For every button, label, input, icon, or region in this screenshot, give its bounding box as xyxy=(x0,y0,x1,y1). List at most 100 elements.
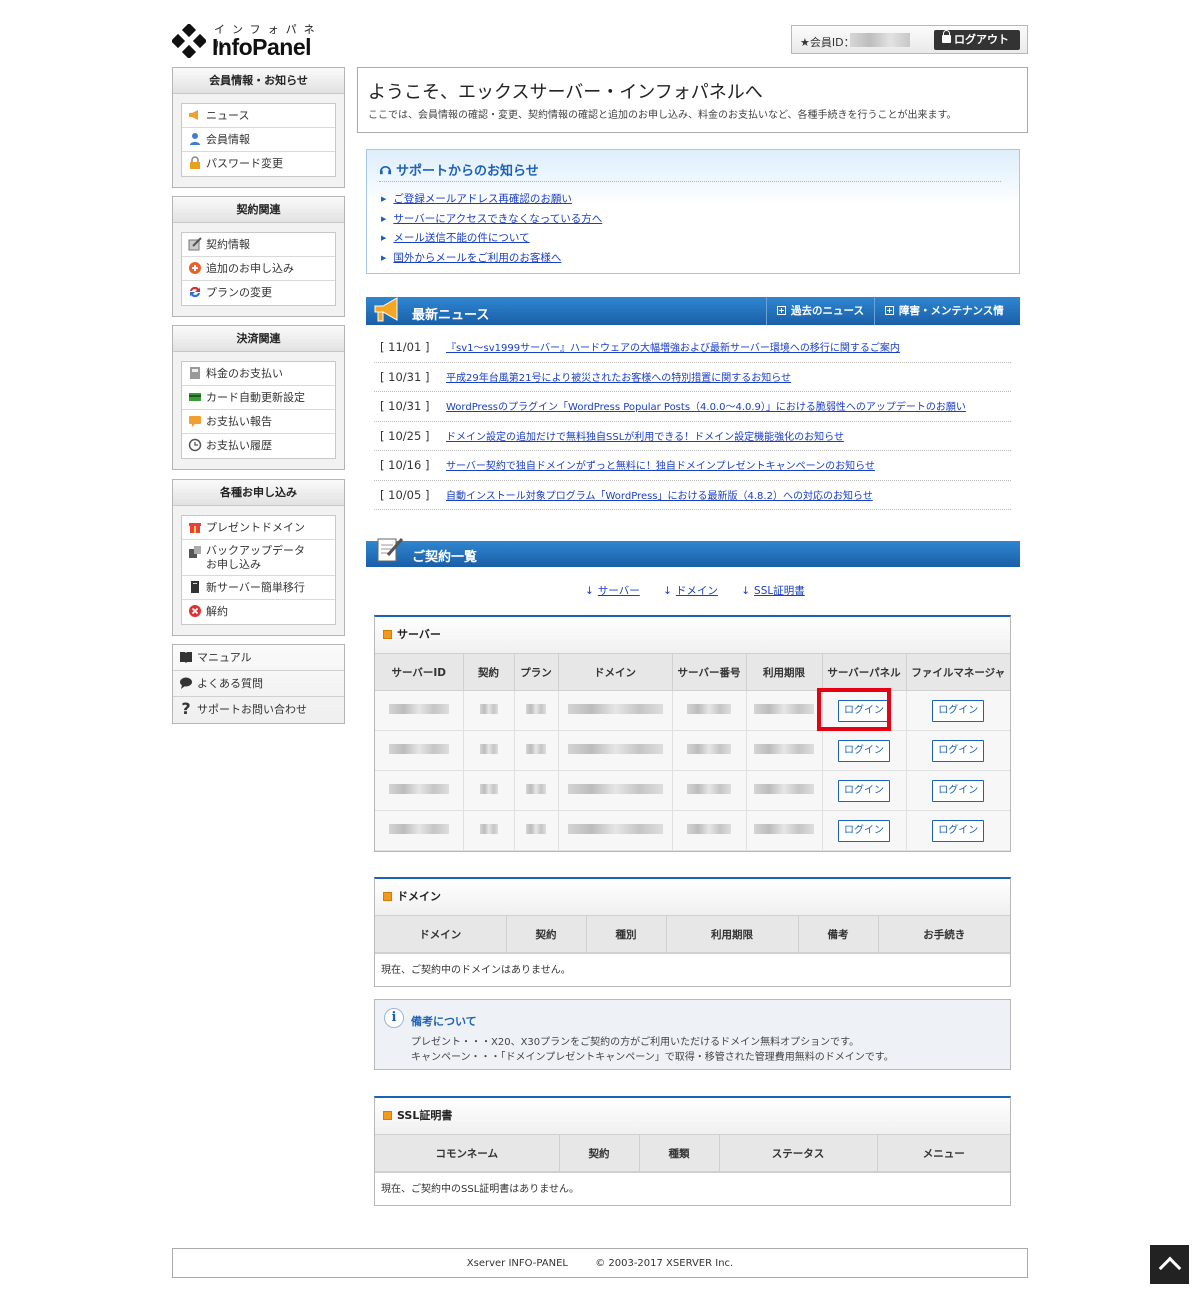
col-header: 種類 xyxy=(639,1134,720,1172)
news-header-bar: 最新ニュース + 過去のニュース + 障害・メンテナンス情報 xyxy=(366,297,1020,345)
jump-link-domain[interactable]: ↓ ドメイン xyxy=(663,585,718,597)
sidebar-item-card-auto[interactable]: カード自動更新設定 xyxy=(182,386,335,410)
cell-blurred xyxy=(672,770,747,811)
file-manager-login-button[interactable]: ログイン xyxy=(932,699,985,722)
sidebar-item-backup-data[interactable]: バックアップデータ お申し込み xyxy=(182,540,335,576)
jump-link-ssl[interactable]: ↓ SSL証明書 xyxy=(741,585,805,597)
col-header: 契約 xyxy=(559,1134,640,1172)
sidebar-item-label: カード自動更新設定 xyxy=(206,391,305,404)
news-link[interactable]: ドメイン設定の追加だけで無料独自SSLが利用できる！ドメイン設定機能強化のお知ら… xyxy=(446,432,844,443)
cell-blurred xyxy=(558,770,673,811)
news-link[interactable]: 自動インストール対象プログラム「WordPress」における最新版（4.8.2）… xyxy=(446,491,873,502)
support-link[interactable]: メール送信不能の件について xyxy=(393,232,529,244)
swap-arrows-icon xyxy=(190,286,200,298)
logo-name: InfoPanel xyxy=(212,34,312,60)
col-header: 利用期限 xyxy=(666,915,799,953)
cancel-circle-icon xyxy=(189,605,201,617)
support-link[interactable]: サーバーにアクセスできなくなっている方へ xyxy=(393,213,602,225)
sidebar-item-password[interactable]: パスワード変更 xyxy=(182,152,335,176)
sidebar-item-pay-report[interactable]: お支払い報告 xyxy=(182,410,335,434)
col-header: サーバーID xyxy=(375,653,464,691)
cell-file-manager: ログイン xyxy=(906,810,1010,851)
sidebar-item-cancel[interactable]: 解約 xyxy=(182,600,335,624)
sidebar-item-server-migration[interactable]: 新サーバー簡単移行 xyxy=(182,576,335,600)
headset-icon xyxy=(379,166,392,175)
footer: Xserver INFO-PANEL © 2003-2017 XSERVER I… xyxy=(172,1248,1028,1278)
sidebar-item-label: 契約情報 xyxy=(206,238,250,251)
support-item[interactable]: 国外からメールをご利用のお客様へ xyxy=(381,250,602,270)
server-panel-login-button[interactable]: ログイン xyxy=(838,739,890,762)
sidebar-item-present-domain[interactable]: プレゼントドメイン xyxy=(182,516,335,540)
sidebar-link-faq[interactable]: よくある質問 xyxy=(173,671,344,697)
sidebar-item-pay-fee[interactable]: 料金のお支払い xyxy=(182,362,335,386)
server-panel-login-button[interactable]: ログイン xyxy=(838,819,890,842)
sidebar-links: マニュアル よくある質問 ? サポートお問い合わせ xyxy=(172,644,345,724)
cell-blurred xyxy=(463,730,515,771)
welcome-title: ようこそ、エックスサーバー・インフォパネルへ xyxy=(368,82,763,103)
news-link[interactable]: サーバー契約で独自ドメインがずっと無料に！独自ドメインプレゼントキャンペーンのお… xyxy=(446,461,875,472)
logout-button[interactable]: ログアウト xyxy=(934,30,1020,50)
sidebar-link-manual[interactable]: マニュアル xyxy=(173,645,344,671)
sidebar-item-label: 料金のお支払い xyxy=(206,367,283,380)
sidebar-item-member-info[interactable]: 会員情報 xyxy=(182,128,335,152)
lock-icon xyxy=(190,156,200,169)
col-header: メニュー xyxy=(877,1134,1010,1172)
back-to-top-chevron-up-icon[interactable] xyxy=(1150,1245,1189,1284)
sidebar-link-label: サポートお問い合わせ xyxy=(197,703,307,716)
clipboard-pen-icon xyxy=(377,538,404,562)
contracts-title: ご契約一覧 xyxy=(412,550,478,565)
support-link[interactable]: 国外からメールをご利用のお客様へ xyxy=(393,252,561,264)
support-item[interactable]: サーバーにアクセスできなくなっている方へ xyxy=(381,211,602,231)
support-item[interactable]: ご登録メールアドレス再確認のお願い xyxy=(381,191,602,211)
contract-jump-links: ↓ サーバー ↓ ドメイン ↓ SSL証明書 xyxy=(585,583,825,598)
cell-blurred xyxy=(463,810,515,851)
server-panel-login-button[interactable]: ログイン xyxy=(838,779,890,802)
cell-blurred xyxy=(463,770,515,811)
file-manager-login-button[interactable]: ログイン xyxy=(932,819,985,842)
table-row: ログイン ログイン xyxy=(375,730,1010,771)
calculator-icon xyxy=(190,367,200,379)
sidebar-item-label: 追加のお申し込み xyxy=(206,262,294,275)
server-icon xyxy=(191,581,199,593)
col-header: 契約 xyxy=(506,915,587,953)
col-header: 種別 xyxy=(586,915,667,953)
info-icon: i xyxy=(384,1008,404,1028)
col-header: ドメイン xyxy=(558,653,673,691)
cell-blurred xyxy=(375,690,464,731)
sidebar-item-label: プレゼントドメイン xyxy=(206,521,305,534)
sidebar-item-label: バックアップデータ xyxy=(206,544,305,557)
news-link[interactable]: 『sv1～sv1999サーバー』ハードウェアの大幅増強および最新サーバー環境への… xyxy=(446,343,900,354)
cell-blurred xyxy=(514,770,559,811)
support-link[interactable]: ご登録メールアドレス再確認のお願い xyxy=(393,193,572,205)
question-icon: ? xyxy=(181,699,191,718)
col-header: プラン xyxy=(514,653,559,691)
cell-file-manager: ログイン xyxy=(906,770,1010,811)
tab-past-news[interactable]: + 過去のニュース xyxy=(766,297,874,325)
logo[interactable]: インフォパネル InfoPanel xyxy=(172,20,332,62)
cell-server-panel: ログイン xyxy=(822,810,907,851)
jump-link-server[interactable]: ↓ サーバー xyxy=(585,585,640,597)
sidebar-item-add-order[interactable]: 追加のお申し込み xyxy=(182,257,335,281)
server-table: サーバーID 契約 プラン ドメイン サーバー番号 利用期限 サーバーパネル フ… xyxy=(375,653,1010,851)
file-manager-login-button[interactable]: ログイン xyxy=(932,779,985,802)
sidebar-item-plan-change[interactable]: プランの変更 xyxy=(182,281,335,305)
news-link[interactable]: WordPressのプラグイン「WordPress Popular Posts（… xyxy=(446,402,966,413)
news-link[interactable]: 平成29年台風第21号により被災されたお客様への特別措置に関するお知らせ xyxy=(446,373,791,384)
member-id-value-blurred xyxy=(850,33,910,47)
sidebar-link-support[interactable]: ? サポートお問い合わせ xyxy=(173,697,344,723)
server-panel-login-button[interactable]: ログイン xyxy=(838,699,890,722)
orange-square-icon xyxy=(383,630,392,639)
cell-blurred xyxy=(672,690,747,731)
support-item[interactable]: メール送信不能の件について xyxy=(381,230,602,250)
col-header: サーバーパネル xyxy=(822,653,907,691)
cell-blurred xyxy=(375,770,464,811)
sidebar-link-label: よくある質問 xyxy=(197,677,263,690)
sidebar-item-pay-history[interactable]: お支払い履歴 xyxy=(182,434,335,458)
sidebar-item-label: 解約 xyxy=(206,605,228,618)
expand-icon: + xyxy=(885,306,894,315)
file-manager-login-button[interactable]: ログイン xyxy=(932,739,985,762)
sidebar-item-contract-info[interactable]: 契約情報 xyxy=(182,233,335,257)
sidebar-item-news[interactable]: ニュース xyxy=(182,104,335,128)
divider xyxy=(379,181,1001,182)
tab-maintenance-info[interactable]: + 障害・メンテナンス情報 xyxy=(874,297,1020,345)
